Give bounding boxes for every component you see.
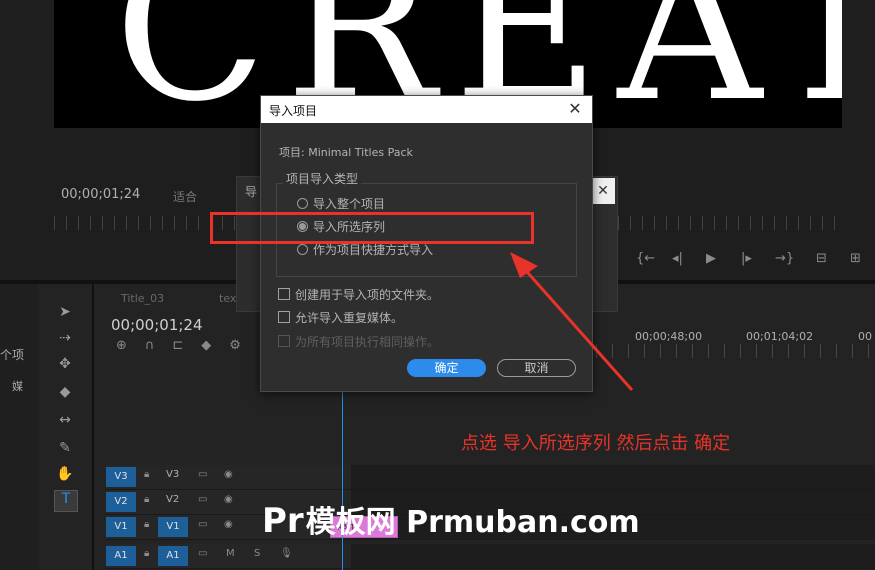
project-strip bbox=[0, 0, 41, 280]
watermark: Pr模板网 Prmuban.com bbox=[262, 497, 640, 541]
watermark-text: 模板网 Prmuban.com bbox=[305, 505, 640, 540]
project-column-header[interactable]: 媒 bbox=[12, 378, 23, 394]
checkbox-apply-to-all-label: 为所有项目执行相同操作。 bbox=[295, 335, 440, 349]
selection-tool-icon[interactable]: ➤ bbox=[54, 304, 76, 324]
checkbox-apply-to-all bbox=[278, 335, 290, 347]
slip-tool-icon[interactable]: ↔ bbox=[54, 412, 76, 432]
checkbox-create-folder-label[interactable]: 创建用于导入项的文件夹。 bbox=[295, 286, 439, 303]
timeline-timecode[interactable]: 00;00;01;24 bbox=[111, 316, 203, 334]
track-select-tool-icon[interactable]: ⇢ bbox=[54, 330, 76, 350]
source-patch-v1[interactable]: V1 bbox=[106, 517, 136, 537]
eye-icon[interactable]: ◉ bbox=[224, 519, 233, 530]
watermark-pr-logo: Pr bbox=[262, 501, 304, 541]
hand-tool-icon[interactable]: ✋ bbox=[54, 466, 76, 486]
dialog-titlebar: 导入项目 ✕ bbox=[261, 96, 592, 123]
tools-panel: ➤ ⇢ ✥ ◆ ↔ ✎ ✋ T bbox=[40, 284, 94, 570]
track-row-a1: A1 🔒︎ A1 ▭ M S 🎙︎ bbox=[106, 544, 875, 569]
lock-icon[interactable]: 🔒︎ bbox=[144, 519, 149, 530]
project-panel: 个项 媒 bbox=[0, 284, 38, 570]
ripple-edit-tool-icon[interactable]: ✥ bbox=[54, 356, 76, 376]
track-label-v2[interactable]: V2 bbox=[166, 494, 179, 505]
step-back-icon[interactable]: ◂| bbox=[672, 251, 683, 266]
sync-icon[interactable]: ▭ bbox=[198, 548, 207, 559]
checkbox-create-folder[interactable] bbox=[278, 288, 290, 300]
ok-button[interactable]: 确定 bbox=[407, 359, 486, 377]
play-icon[interactable]: ▶ bbox=[706, 251, 716, 266]
track-label-v1[interactable]: V1 bbox=[158, 517, 188, 537]
source-patch-v3[interactable]: V3 bbox=[106, 467, 136, 487]
extract-icon[interactable]: ⊞ bbox=[850, 251, 861, 266]
track-row-v3: V3 🔒︎ V3 ▭ ◉ bbox=[106, 465, 875, 490]
dialog-title: 导入项目 bbox=[269, 104, 318, 118]
ruler-mark-1: 00;00;48;00 bbox=[635, 330, 703, 343]
lock-icon[interactable]: 🔒︎ bbox=[144, 494, 149, 505]
highlight-box bbox=[210, 212, 534, 244]
background-dialog-title: 导 bbox=[245, 185, 258, 199]
track-area-v3[interactable] bbox=[351, 465, 875, 489]
lift-icon[interactable]: ⊟ bbox=[816, 251, 827, 266]
solo-button[interactable]: S bbox=[254, 548, 260, 559]
lock-icon[interactable]: 🔒︎ bbox=[144, 469, 149, 480]
checkbox-allow-duplicates[interactable] bbox=[278, 311, 290, 323]
source-patch-v2[interactable]: V2 bbox=[106, 492, 136, 512]
step-forward-icon[interactable]: |▸ bbox=[741, 251, 752, 266]
sync-icon[interactable]: ▭ bbox=[198, 469, 207, 480]
fit-dropdown[interactable]: 适合 bbox=[173, 188, 197, 205]
close-icon[interactable]: ✕ bbox=[566, 99, 584, 118]
radio-import-entire-project[interactable] bbox=[297, 198, 308, 209]
timeline-tab-text[interactable]: tex bbox=[219, 292, 236, 305]
mute-button[interactable]: M bbox=[226, 548, 235, 559]
radio-import-as-shortcut[interactable] bbox=[297, 244, 308, 255]
track-label-a1[interactable]: A1 bbox=[158, 546, 188, 566]
ruler-mark-2: 00;01;04;02 bbox=[746, 330, 814, 343]
go-to-out-icon[interactable]: →} bbox=[775, 251, 794, 266]
annotation-arrow bbox=[510, 252, 634, 391]
track-area-a1[interactable] bbox=[351, 544, 875, 568]
type-tool-icon[interactable]: T bbox=[54, 490, 78, 512]
razor-tool-icon[interactable]: ◆ bbox=[54, 384, 76, 404]
eye-icon[interactable]: ◉ bbox=[224, 494, 233, 505]
project-panel-label: 个项 bbox=[0, 348, 25, 362]
track-label-v3[interactable]: V3 bbox=[166, 469, 179, 480]
checkbox-allow-duplicates-label[interactable]: 允许导入重复媒体。 bbox=[295, 309, 403, 326]
sync-icon[interactable]: ▭ bbox=[198, 519, 207, 530]
source-patch-a1[interactable]: A1 bbox=[106, 546, 136, 566]
option-import-entire-project[interactable]: 导入整个项目 bbox=[313, 195, 385, 212]
pen-tool-icon[interactable]: ✎ bbox=[54, 440, 76, 460]
project-name-label: 项目: Minimal Titles Pack bbox=[279, 146, 413, 159]
background-dialog-close-icon[interactable]: ✕ bbox=[591, 178, 615, 204]
timeline-toolbar-icons[interactable]: ⊕∩⊏◆⚙ bbox=[116, 338, 259, 353]
sync-icon[interactable]: ▭ bbox=[198, 494, 207, 505]
instruction-text: 点选 导入所选序列 然后点击 确定 bbox=[461, 433, 731, 454]
import-type-group-title: 项目导入类型 bbox=[283, 170, 362, 187]
ruler-mark-3: 00 bbox=[858, 330, 872, 343]
eye-icon[interactable]: ◉ bbox=[224, 469, 233, 480]
timeline-tab-title03[interactable]: Title_03 bbox=[121, 292, 164, 305]
monitor-timecode[interactable]: 00;00;01;24 bbox=[61, 187, 140, 202]
microphone-icon[interactable]: 🎙︎ bbox=[280, 548, 293, 559]
lock-icon[interactable]: 🔒︎ bbox=[144, 548, 149, 559]
